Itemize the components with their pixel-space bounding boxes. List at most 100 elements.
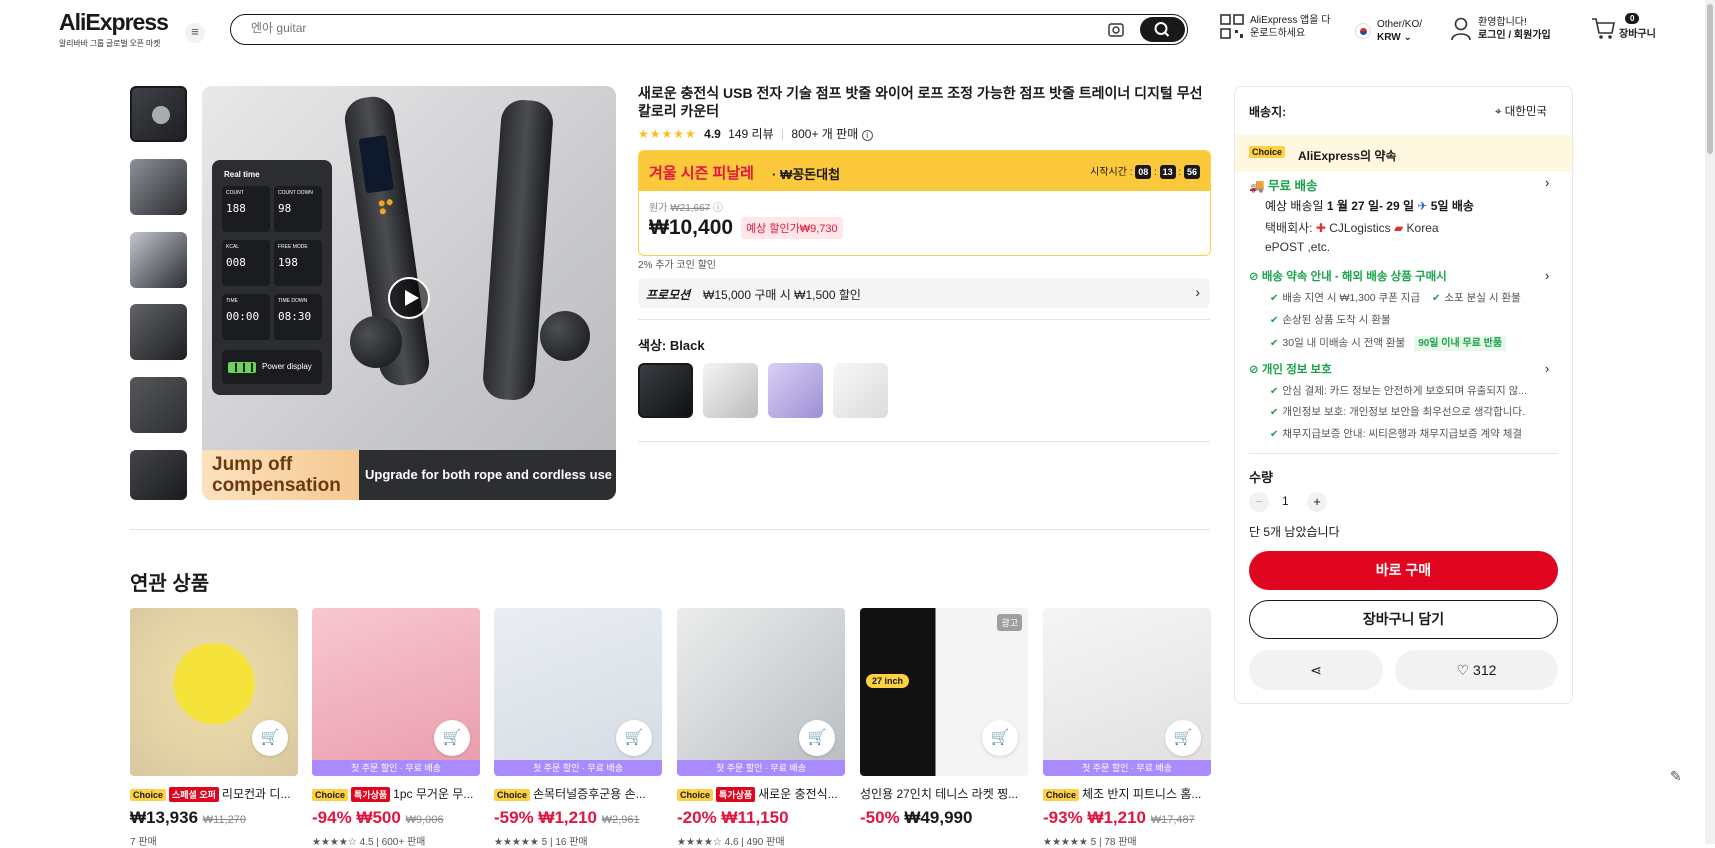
gallery-thumb[interactable] xyxy=(130,159,187,215)
choice-badge: Choice xyxy=(312,789,349,801)
share-button[interactable]: ⋖ xyxy=(1249,650,1383,690)
app-download[interactable]: AliExpress 앱을 다 운로드하세요 xyxy=(1220,14,1330,40)
delivery-guide-row[interactable]: ⊘ 배송 약속 안내 - 해외 배송 상품 구매시 xyxy=(1249,268,1447,284)
color-swatch-white[interactable] xyxy=(703,363,758,418)
price-row: -50% ₩49,990 xyxy=(860,808,1028,828)
power-cell: Power display xyxy=(222,350,322,384)
scrollbar-thumb[interactable] xyxy=(1707,4,1713,154)
guide-title: 배송 약속 안내 - 해외 배송 상품 구매시 xyxy=(1261,271,1447,283)
gallery-thumb[interactable] xyxy=(130,377,187,433)
account-menu[interactable]: 환영합니다! 로그인 / 회원가입 xyxy=(1450,16,1551,42)
menu-icon[interactable]: ≡ xyxy=(185,23,205,43)
product-name-row: Choice 특가상품 새로운 충전식... xyxy=(677,785,845,802)
product-card[interactable]: 첫 주문 할인 · 무료 배송 🛒 Choice 특가상품 1pc 무거운 무...… xyxy=(312,608,480,848)
review-count[interactable]: 149 리뷰 xyxy=(728,127,773,141)
ad-badge: 광고 xyxy=(997,614,1022,631)
info-icon[interactable]: ⓘ xyxy=(713,203,723,214)
product-name: 손목터널증후군용 손... xyxy=(533,787,646,801)
main-product-image[interactable]: Real time COUNT 188 COUNT DOWN 98 KCAL 008 … xyxy=(202,86,616,500)
cart-icon xyxy=(1592,17,1615,39)
add-to-cart-icon[interactable]: 🛒 xyxy=(434,720,470,756)
product-image[interactable]: 27 inch 광고 🛒 xyxy=(860,608,1028,776)
promotion-row[interactable]: 프로모션 ₩15,000 구매 시 ₩1,500 할인 › xyxy=(638,278,1210,308)
chevron-right-icon[interactable]: › xyxy=(1545,175,1549,190)
region-line1: Other/KO/ xyxy=(1377,19,1423,30)
rating-stars-icon: ★★★★☆ xyxy=(312,837,357,848)
video-play-button[interactable] xyxy=(388,277,430,319)
privacy-item-text: 채무지급보증 안내: 씨티은행과 채무지급보증 계약 체결 xyxy=(1282,428,1523,440)
quantity-increase-button[interactable]: + xyxy=(1307,492,1327,512)
privacy-row[interactable]: ⊘ 개인 정보 보호 xyxy=(1249,361,1332,377)
privacy-item: ✔ 안심 결제: 카드 정보는 안전하게 보호되며 유출되지 않... xyxy=(1270,383,1527,398)
product-image[interactable]: 첫 주문 할인 · 무료 배송 🛒 xyxy=(312,608,480,776)
discount-pill: 예상 할인가₩9,730 xyxy=(741,217,843,239)
image-search-icon[interactable] xyxy=(1107,21,1125,39)
add-to-cart-icon[interactable]: 🛒 xyxy=(616,720,652,756)
add-to-cart-icon[interactable]: 🛒 xyxy=(982,720,1018,756)
product-name: 1pc 무거운 무... xyxy=(393,787,474,801)
product-name-row: Choice 체조 반지 피트니스 홈... xyxy=(1043,785,1211,802)
product-image[interactable]: 첫 주문 할인 · 무료 배송 🛒 xyxy=(494,608,662,776)
info-icon[interactable]: i xyxy=(861,130,873,141)
ship-to-selector[interactable]: ⌖ 대한민국 xyxy=(1495,103,1547,119)
page-scrollbar[interactable] xyxy=(1705,0,1715,844)
carrier3: ePOST ,etc. xyxy=(1265,240,1331,254)
cart-label: 장바구니 xyxy=(1619,29,1656,40)
region-selector[interactable]: Other/KO/ KRW ⌄ xyxy=(1355,18,1422,44)
search-button[interactable] xyxy=(1140,17,1185,42)
promo-badge: 특가상품 xyxy=(716,787,756,802)
price-block: 원가 ₩21,667 ⓘ ₩10,400 예상 할인가₩9,730 xyxy=(639,191,1210,248)
cart-link[interactable]: 0 장바구니 xyxy=(1590,13,1656,41)
play-icon xyxy=(152,106,170,124)
top-header: AliExpress 알리바바 그룹 글로벌 오픈 마켓 ≡ AliExpres… xyxy=(0,0,1715,60)
product-card[interactable]: 첫 주문 할인 · 무료 배송 🛒 Choice 특가상품 새로운 충전식... -… xyxy=(677,608,845,848)
eta-row: 예상 배송일 1 월 27 일- 29 일 ✈ 5일 배송 xyxy=(1265,197,1474,214)
countdown-seconds: 56 xyxy=(1183,165,1200,179)
product-meta-text: 4.5 | 600+ 판매 xyxy=(359,837,426,848)
carrier2: Korea xyxy=(1406,221,1439,235)
edit-icon[interactable]: ✎ xyxy=(1670,768,1690,788)
chevron-right-icon[interactable]: › xyxy=(1545,268,1549,283)
product-card[interactable]: 27 inch 광고 🛒 성인용 27인치 테니스 라켓 찡... -50% ₩… xyxy=(860,608,1028,828)
product-image[interactable]: 첫 주문 할인 · 무료 배송 🛒 xyxy=(1043,608,1211,776)
cordless-ball-left xyxy=(350,316,402,368)
quantity-value[interactable]: 1 xyxy=(1282,494,1289,508)
product-image[interactable]: 🛒 xyxy=(130,608,298,776)
buy-now-button[interactable]: 바로 구매 xyxy=(1249,551,1558,590)
product-image[interactable]: 첫 주문 할인 · 무료 배송 🛒 xyxy=(677,608,845,776)
check-icon: ✔ xyxy=(1270,429,1279,440)
add-to-cart-icon[interactable]: 🛒 xyxy=(799,720,835,756)
product-card[interactable]: 첫 주문 할인 · 무료 배송 🛒 Choice 손목터널증후군용 손... -5… xyxy=(494,608,662,848)
gallery-thumb[interactable] xyxy=(130,86,187,142)
price-row: ₩13,936 ₩11,270 xyxy=(130,808,298,828)
color-swatch-black[interactable] xyxy=(638,363,693,418)
product-title: 새로운 충전식 USB 전자 기술 점프 밧줄 와이어 로프 조정 가능한 점프… xyxy=(638,85,1203,119)
wishlist-button[interactable]: ♡ 312 xyxy=(1395,650,1558,690)
gallery-thumb[interactable] xyxy=(130,304,187,360)
aliexpress-logo[interactable]: AliExpress 알리바바 그룹 글로벌 오픈 마켓 xyxy=(59,9,169,49)
orig-price: ₩11,270 xyxy=(202,814,246,826)
chevron-right-icon[interactable]: › xyxy=(1545,361,1549,376)
gallery-thumb[interactable] xyxy=(130,232,187,288)
product-name-row: Choice 손목터널증후군용 손... xyxy=(494,785,662,802)
quantity-decrease-button[interactable]: − xyxy=(1249,492,1269,512)
product-card[interactable]: 첫 주문 할인 · 무료 배송 🛒 Choice 체조 반지 피트니스 홈... … xyxy=(1043,608,1211,848)
color-swatch-purple[interactable] xyxy=(768,363,823,418)
discount: -20% xyxy=(677,808,717,827)
free-shipping-row[interactable]: 🚚 무료 배송 xyxy=(1249,175,1318,194)
add-to-cart-icon[interactable]: 🛒 xyxy=(1165,720,1201,756)
gallery-thumb[interactable] xyxy=(130,450,187,500)
add-to-cart-icon[interactable]: 🛒 xyxy=(252,720,288,756)
search-input[interactable] xyxy=(251,21,1051,35)
sale-countdown: 시작시간 : 08 : 13 : 56 xyxy=(1090,163,1200,179)
check-icon: ✔ xyxy=(1270,338,1279,349)
add-to-cart-button[interactable]: 장바구니 담기 xyxy=(1249,600,1558,639)
count-value: 188 xyxy=(226,202,246,215)
color-swatch-green[interactable] xyxy=(833,363,888,418)
product-price: ₩13,936 xyxy=(130,808,199,827)
logo-tagline: 알리바바 그룹 글로벌 오픈 마켓 xyxy=(59,39,161,48)
product-name-row: Choice 특가상품 1pc 무거운 무... xyxy=(312,785,480,802)
product-card[interactable]: 🛒 Choice 스페셜 오퍼 리모컨과 디... ₩13,936 ₩11,270 … xyxy=(130,608,298,848)
count-label: COUNT xyxy=(226,190,244,196)
count-down-label: COUNT DOWN xyxy=(278,190,313,196)
